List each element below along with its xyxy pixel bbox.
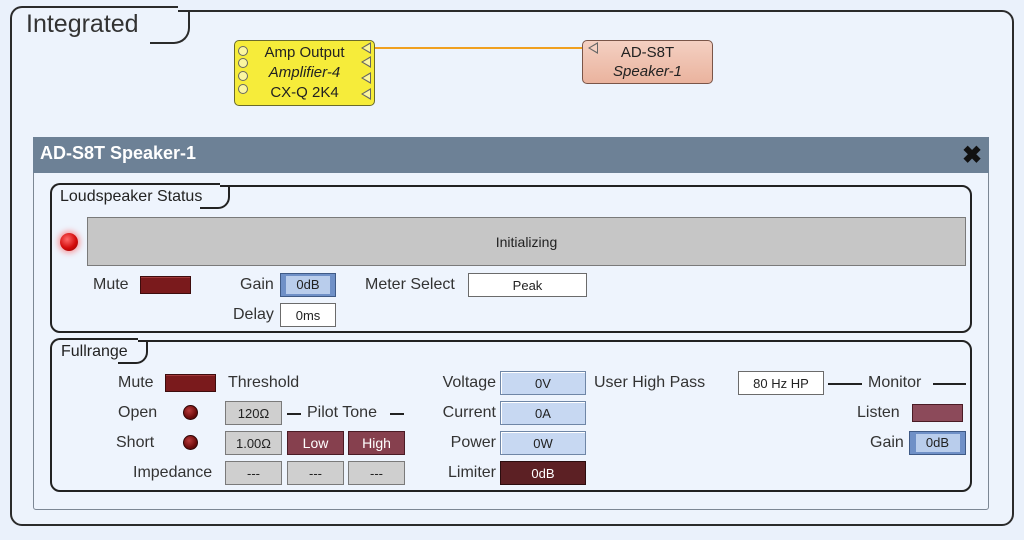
current-label: Current (442, 404, 496, 421)
meter-select-dropdown[interactable]: Peak (468, 273, 587, 297)
amp-node-line3: CX-Q 2K4 (270, 84, 339, 101)
fr-mute-button[interactable] (165, 374, 216, 392)
short-threshold-field[interactable]: 1.00Ω (225, 431, 282, 455)
power-label: Power (450, 434, 496, 451)
ls-gain-value: 0dB (286, 276, 330, 294)
short-led-icon (183, 435, 198, 450)
ls-mute-button[interactable] (140, 276, 191, 294)
pilot-tone-high-label: High (362, 435, 391, 451)
delay-value: 0ms (295, 307, 321, 323)
open-led-icon (183, 405, 198, 420)
power-value: 0W (533, 435, 553, 451)
short-label: Short (116, 434, 155, 451)
pilot-tone-high-button[interactable]: High (348, 431, 405, 455)
pilot-tone-low-label: Low (302, 435, 329, 451)
delay-label: Delay (233, 306, 274, 323)
monitor-gain-value: 0dB (915, 434, 960, 452)
limiter-label: Limiter (447, 464, 496, 481)
limiter-value: 0dB (531, 465, 555, 481)
loudspeaker-status-tab-curve (200, 185, 230, 209)
speaker-node-line1: AD-S8T (620, 44, 675, 61)
monitor-label: Monitor (868, 374, 922, 391)
user-high-pass-label: User High Pass (594, 374, 706, 391)
user-high-pass-value: 80 Hz HP (753, 375, 809, 391)
short-threshold-value: 1.00Ω (235, 435, 272, 451)
limiter-indicator: 0dB (500, 461, 586, 485)
ls-gain-field[interactable]: 0dB (280, 273, 336, 297)
current-meter: 0A (500, 401, 586, 425)
speaker-node[interactable]: AD-S8T Speaker-1 (582, 40, 713, 84)
input-port-1-icon[interactable] (238, 46, 248, 56)
status-text: Initializing (495, 233, 558, 250)
monitor-divider-right (933, 383, 966, 385)
ls-gain-label: Gain (240, 276, 274, 293)
voltage-meter: 0V (500, 371, 586, 395)
open-threshold-field[interactable]: 120Ω (225, 401, 282, 425)
amp-output-node[interactable]: Amp Output Amplifier-4 CX-Q 2K4 (234, 40, 375, 106)
amp-node-line1: Amp Output (264, 44, 345, 61)
impedance-readout-2: --- (287, 461, 344, 485)
output-port-1-fill (363, 44, 370, 52)
integrated-tab-curve (150, 10, 190, 44)
impedance-readout-1: --- (225, 461, 282, 485)
input-port-2-icon[interactable] (238, 58, 248, 68)
delay-field[interactable]: 0ms (280, 303, 336, 327)
user-high-pass-dropdown[interactable]: 80 Hz HP (738, 371, 824, 395)
monitor-divider-left (828, 383, 862, 385)
pilot-tone-label: Pilot Tone (307, 404, 377, 421)
fullrange-title: Fullrange (61, 343, 128, 360)
speaker-node-line2: Speaker-1 (613, 63, 682, 80)
meter-select-value: Peak (512, 277, 543, 293)
voltage-label: Voltage (442, 374, 496, 391)
open-label: Open (118, 404, 158, 421)
input-port-4-icon[interactable] (238, 84, 248, 94)
output-port-4-fill (363, 90, 370, 98)
meter-select-label: Meter Select (365, 276, 455, 293)
amp-node-line2: Amplifier-4 (268, 64, 341, 81)
input-port-3-icon[interactable] (238, 71, 248, 81)
loudspeaker-status-title: Loudspeaker Status (60, 188, 203, 205)
monitor-gain-label: Gain (870, 434, 904, 451)
impedance-value-3: --- (370, 465, 383, 481)
monitor-gain-field[interactable]: 0dB (909, 431, 966, 455)
design-title: Integrated (26, 10, 139, 38)
current-value: 0A (535, 405, 551, 421)
threshold-label: Threshold (228, 374, 300, 391)
listen-button[interactable] (912, 404, 963, 422)
power-meter: 0W (500, 431, 586, 455)
output-port-2-fill (363, 58, 370, 66)
open-threshold-value: 120Ω (237, 405, 270, 421)
impedance-label: Impedance (133, 464, 213, 481)
dialog-title: AD-S8T Speaker-1 (40, 143, 197, 163)
impedance-value-2: --- (309, 465, 322, 481)
connection-wire[interactable] (372, 47, 586, 49)
fr-mute-label: Mute (118, 374, 154, 391)
speaker-input-port-fill (590, 44, 597, 52)
voltage-value: 0V (535, 375, 551, 391)
listen-label: Listen (857, 404, 900, 421)
output-port-3-fill (363, 74, 370, 82)
pilot-tone-low-button[interactable]: Low (287, 431, 344, 455)
status-meter: Initializing (87, 217, 966, 266)
impedance-readout-3: --- (348, 461, 405, 485)
pilot-tone-divider-right (390, 413, 404, 415)
close-icon[interactable]: ✖ (962, 141, 982, 170)
status-led-icon (60, 233, 78, 251)
ls-mute-label: Mute (93, 276, 129, 293)
impedance-value-1: --- (247, 465, 260, 481)
pilot-tone-divider-left (287, 413, 301, 415)
